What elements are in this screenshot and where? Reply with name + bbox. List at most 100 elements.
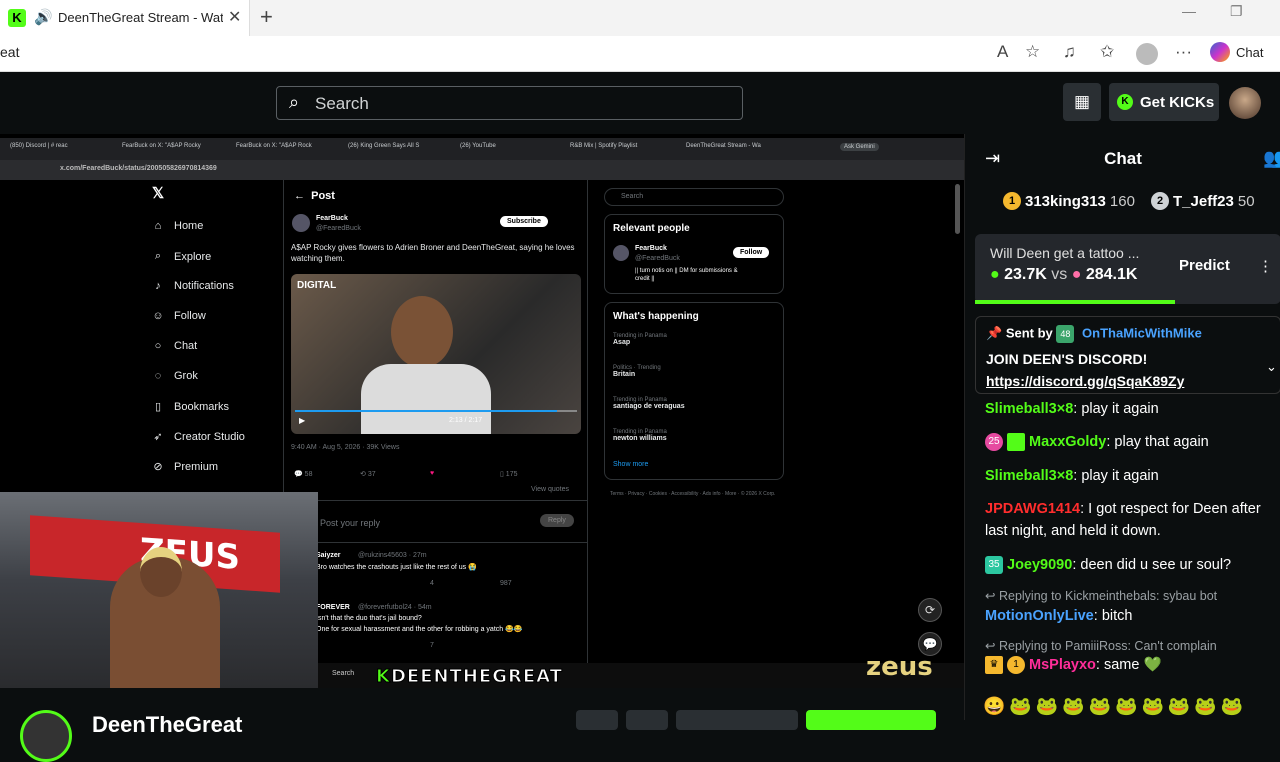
chat-username[interactable]: MaxxGoldy — [1029, 434, 1106, 450]
trend-item: Trending in Panama Asap — [613, 333, 667, 346]
users-icon[interactable]: 👥 — [1263, 148, 1280, 169]
user-avatar[interactable] — [1229, 87, 1261, 119]
video-face — [391, 296, 453, 368]
prediction-question: Will Deen get a tattoo ... — [990, 245, 1140, 261]
prediction-progress — [975, 300, 1175, 304]
divider — [284, 542, 587, 543]
bookmark-icon: ▯ — [154, 401, 162, 413]
kick-favicon-icon: K — [8, 9, 26, 27]
reply-text-2: One for sexual harassment and the other … — [316, 626, 523, 633]
view-quotes: View quotes — [531, 486, 570, 493]
x-post-column: ← Post FearBuck @FearedBuck Subscribe A$… — [283, 180, 588, 688]
chat-username[interactable]: JPDAWG1414 — [985, 501, 1080, 517]
video-tag: DIGITAL — [297, 280, 337, 291]
inner-browser-tabs: (850) Discord | # reac FearBuck on X: "A… — [0, 138, 964, 160]
chat-message: Slimeball3×8: play it again — [985, 468, 1159, 484]
chevron-down-icon[interactable]: ⌄ — [1266, 359, 1277, 375]
show-more-link: Show more — [613, 461, 649, 468]
media-icon[interactable]: ♫ — [1063, 42, 1076, 62]
copilot-icon — [1210, 42, 1230, 62]
speaker-icon[interactable]: 🔊 — [34, 8, 53, 26]
outcome-b-icon: ● — [1071, 266, 1082, 283]
search-placeholder: Search — [315, 94, 369, 113]
reply-like-count: 7 — [430, 642, 434, 649]
chat-message: 25 MaxxGoldy: play that again — [985, 431, 1280, 453]
get-kicks-button[interactable]: K Get KICKs — [1109, 83, 1219, 121]
video-time: 2:13 / 2:17 — [449, 417, 483, 424]
crown-icon: ♛ — [985, 656, 1003, 675]
browse-grid-button[interactable]: ▦ — [1063, 83, 1101, 121]
chat-message: 35 Joey9090: deen did u see ur soul? — [985, 554, 1280, 576]
follow-button[interactable] — [806, 710, 936, 730]
chat-username[interactable]: Slimeball3×8 — [985, 468, 1073, 484]
copilot-label: Chat — [1236, 44, 1264, 60]
predict-button[interactable]: Predict — [1179, 257, 1230, 274]
channel-avatar[interactable] — [20, 710, 72, 762]
pinned-sender-name[interactable]: OnThaMicWithMike — [1082, 325, 1202, 340]
webcam-overlay: ZEUS — [0, 492, 318, 688]
more-options-icon[interactable]: ⋮ — [1258, 257, 1273, 275]
post-text: A$AP Rocky gives flowers to Adrien Brone… — [291, 243, 575, 263]
x-search-placeholder: Search — [621, 193, 644, 200]
inner-scrollbar — [955, 184, 960, 234]
minimize-icon[interactable]: — — [1182, 3, 1196, 19]
channel-action-button[interactable] — [576, 710, 618, 730]
chat-username[interactable]: MsPlayxo — [1029, 657, 1096, 673]
restore-icon[interactable]: ❐ — [1230, 3, 1243, 20]
x-nav-label: Bookmarks — [174, 400, 230, 413]
x-right-column: Search Relevant people FearBuck @FearedB… — [600, 180, 790, 510]
chat-bubble-icon[interactable]: 💬 — [918, 632, 942, 656]
trend-item: Trending in Panama newton williams — [613, 429, 667, 442]
rocket-icon: ➶ — [153, 431, 163, 443]
search-input[interactable]: ⌕ Search — [276, 86, 743, 120]
read-aloud-icon[interactable]: A — [997, 42, 1008, 62]
subscribe-button[interactable] — [676, 710, 798, 730]
reply-handle: @foreverfutbol24 · 54m — [358, 604, 432, 611]
leader-item[interactable]: 2 T_Jeff23 50 — [1151, 192, 1255, 211]
favorite-star-icon[interactable]: ☆ — [1025, 42, 1040, 62]
x-nav-chat: ○ Chat — [152, 340, 198, 352]
clip-icon[interactable]: ⟳ — [918, 598, 942, 622]
channel-action-button[interactable] — [626, 710, 668, 730]
reply-icon: ↩ — [985, 589, 996, 603]
url-text[interactable]: eat — [0, 44, 19, 60]
leader-count: 50 — [1237, 192, 1255, 210]
chat-username[interactable]: Joey9090 — [1007, 557, 1072, 573]
chat-text: same 💚 — [1103, 657, 1162, 673]
browser-tab-active[interactable]: K 🔊 DeenTheGreat Stream - Watch ✕ — [0, 0, 250, 36]
trend-name: Britain — [613, 371, 636, 378]
x-nav-premium: ⊘ Premium — [152, 460, 218, 474]
x-nav-explore: ⌕ Explore — [152, 250, 211, 263]
bookmark-count-value: 175 — [505, 471, 518, 478]
new-tab-button[interactable]: + — [260, 4, 273, 30]
chat-username[interactable]: MotionOnlyLive — [985, 608, 1094, 624]
grok-icon: ◌ — [154, 370, 162, 382]
search-icon: ⌕ — [154, 250, 162, 262]
reply-context: ↩ Replying to Kickmeinthebals: sybau bot — [985, 588, 1217, 603]
rp-handle: @FearedBuck — [635, 255, 680, 262]
emote-bar[interactable]: 😀🐸🐸🐸🐸🐸🐸🐸🐸🐸 — [983, 696, 1247, 717]
channel-name[interactable]: DeenTheGreat — [92, 712, 242, 738]
profile-icon[interactable] — [1136, 43, 1158, 65]
inner-tab: R&B Mix | Spotify Playlist — [570, 143, 638, 149]
stream-video[interactable]: (850) Discord | # reac FearBuck on X: "A… — [0, 134, 964, 688]
more-menu-icon[interactable]: ··· — [1175, 42, 1192, 62]
outcome-a-icon: ● — [990, 266, 1000, 283]
chat-header: ⇥ Chat 👥 — [965, 134, 1280, 182]
chat-icon: ○ — [154, 340, 162, 352]
address-bar[interactable]: eat A ☆ ♫ ✩ ··· Chat — [0, 36, 1280, 72]
chat-username[interactable]: Slimeball3×8 — [985, 401, 1073, 417]
chat-text: play it again — [1081, 468, 1159, 484]
reply-name: Saiyzer — [316, 552, 341, 559]
leader-item[interactable]: 1 313king313 160 — [1003, 192, 1135, 211]
premium-icon: ⊘ — [153, 461, 163, 473]
author-avatar — [292, 214, 310, 232]
close-tab-icon[interactable]: ✕ — [228, 7, 241, 27]
pin-icon: 📌 — [986, 325, 1003, 341]
x-nav-label: Creator Studio — [174, 430, 245, 443]
discord-link[interactable]: https://discord.gg/qSqaK89Zy — [986, 373, 1184, 389]
browser-tab-bar: K 🔊 DeenTheGreat Stream - Watch ✕ + — ❐ — [0, 0, 1280, 36]
copilot-chat-button[interactable]: Chat — [1210, 42, 1263, 62]
favorites-icon[interactable]: ✩ — [1100, 42, 1114, 62]
home-icon: ⌂ — [154, 220, 162, 232]
